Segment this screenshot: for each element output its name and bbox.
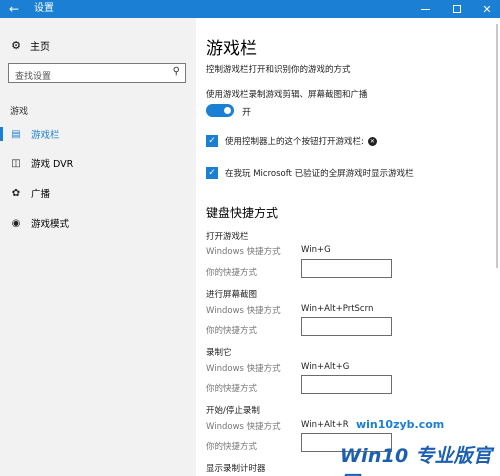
- windows-shortcut-value: Win+G: [301, 245, 331, 255]
- record-toggle-label: 使用游戏栏录制游戏剪辑、屏幕截图和广播: [206, 90, 368, 100]
- shortcut-name: 录制它: [206, 348, 232, 358]
- windows-shortcut-value: Win+Alt+PrtScrn: [301, 304, 374, 314]
- search-icon[interactable]: ⚲: [173, 66, 180, 77]
- your-shortcut-input[interactable]: [301, 375, 392, 394]
- game-mode-icon: ◉: [11, 217, 21, 229]
- controller-checkbox-row[interactable]: ✓ 使用控制器上的这个按钮打开游戏栏: ✕: [206, 135, 377, 147]
- sidebar-item-label: 游戏 DVR: [31, 159, 74, 170]
- broadcast-icon: ✿: [11, 187, 21, 199]
- your-shortcut-label: 你的快捷方式: [206, 268, 258, 278]
- dvr-icon: ◫: [11, 157, 21, 169]
- shortcuts-heading: 键盘快捷方式: [206, 206, 279, 220]
- sidebar-item-game-mode[interactable]: ◉ 游戏模式: [0, 211, 196, 235]
- maximize-button[interactable]: [442, 0, 472, 18]
- your-shortcut-label: 你的快捷方式: [206, 442, 258, 452]
- shortcut-name: 开始/停止录制: [206, 406, 260, 416]
- toggle-knob: [224, 107, 231, 114]
- toggle-state: 开: [242, 108, 252, 118]
- controller-checkbox-label: 使用控制器上的这个按钮打开游戏栏:: [225, 137, 364, 147]
- home-link[interactable]: ⚙ 主页: [10, 38, 50, 53]
- windows-shortcut-label: Windows 快捷方式: [206, 364, 281, 374]
- sidebar-item-label: 游戏栏: [31, 130, 60, 141]
- sidebar-item-game-dvr[interactable]: ◫ 游戏 DVR: [0, 151, 196, 175]
- close-button[interactable]: ✕: [472, 0, 500, 18]
- page-title: 游戏栏: [206, 39, 257, 59]
- shortcut-name: 打开游戏栏: [206, 232, 249, 242]
- window-title: 设置: [34, 3, 54, 14]
- your-shortcut-input[interactable]: [301, 317, 392, 336]
- main-content: 游戏栏 控制游戏栏打开和识别你的游戏的方式 使用游戏栏录制游戏剪辑、屏幕截图和广…: [196, 18, 500, 476]
- page-description: 控制游戏栏打开和识别你的游戏的方式: [206, 65, 351, 75]
- game-bar-icon: ▤: [11, 128, 21, 140]
- section-label: 游戏: [10, 107, 29, 117]
- fullscreen-checkbox-row[interactable]: ✓ 在我玩 Microsoft 已验证的全屏游戏时显示游戏栏: [206, 167, 414, 179]
- your-shortcut-label: 你的快捷方式: [206, 384, 258, 394]
- your-shortcut-input[interactable]: [301, 259, 392, 278]
- sidebar-item-label: 游戏模式: [31, 219, 70, 230]
- shortcut-name: 显示录制计时器: [206, 464, 266, 474]
- record-toggle[interactable]: [206, 104, 234, 117]
- windows-shortcut-value: Win+Alt+R: [301, 420, 349, 430]
- minimize-button[interactable]: [410, 0, 440, 18]
- windows-shortcut-label: Windows 快捷方式: [206, 306, 281, 316]
- home-label: 主页: [30, 42, 50, 53]
- checkbox-checked-icon[interactable]: ✓: [206, 167, 218, 179]
- gear-icon: ⚙: [11, 39, 21, 52]
- sidebar-item-game-bar[interactable]: ▤ 游戏栏: [0, 122, 196, 146]
- sidebar: ⚙ 主页 ⚲ 游戏 ▤ 游戏栏 ◫ 游戏 DVR ✿ 广播 ◉ 游戏模式: [0, 18, 196, 476]
- sidebar-item-broadcast[interactable]: ✿ 广播: [0, 181, 196, 205]
- shortcut-name: 进行屏幕截图: [206, 290, 258, 300]
- title-bar: ← 设置 ✕: [0, 0, 500, 18]
- checkbox-checked-icon[interactable]: ✓: [206, 135, 218, 147]
- windows-shortcut-label: Windows 快捷方式: [206, 247, 281, 257]
- watermark-url: win10zyb.com: [356, 418, 445, 431]
- windows-shortcut-label: Windows 快捷方式: [206, 422, 281, 432]
- xbox-icon: ✕: [367, 136, 377, 146]
- search-box[interactable]: ⚲: [8, 63, 186, 86]
- watermark-logo: Win10 专业版官网: [340, 445, 493, 476]
- fullscreen-checkbox-label: 在我玩 Microsoft 已验证的全屏游戏时显示游戏栏: [225, 169, 414, 179]
- scrollbar[interactable]: [496, 24, 498, 268]
- back-arrow-icon[interactable]: ←: [0, 0, 28, 18]
- maximize-icon: [453, 5, 461, 13]
- minimize-icon: [420, 8, 430, 10]
- search-input[interactable]: [9, 68, 159, 86]
- your-shortcut-label: 你的快捷方式: [206, 326, 258, 336]
- close-icon: ✕: [482, 2, 492, 16]
- windows-shortcut-value: Win+Alt+G: [301, 362, 350, 372]
- sidebar-item-label: 广播: [31, 189, 51, 200]
